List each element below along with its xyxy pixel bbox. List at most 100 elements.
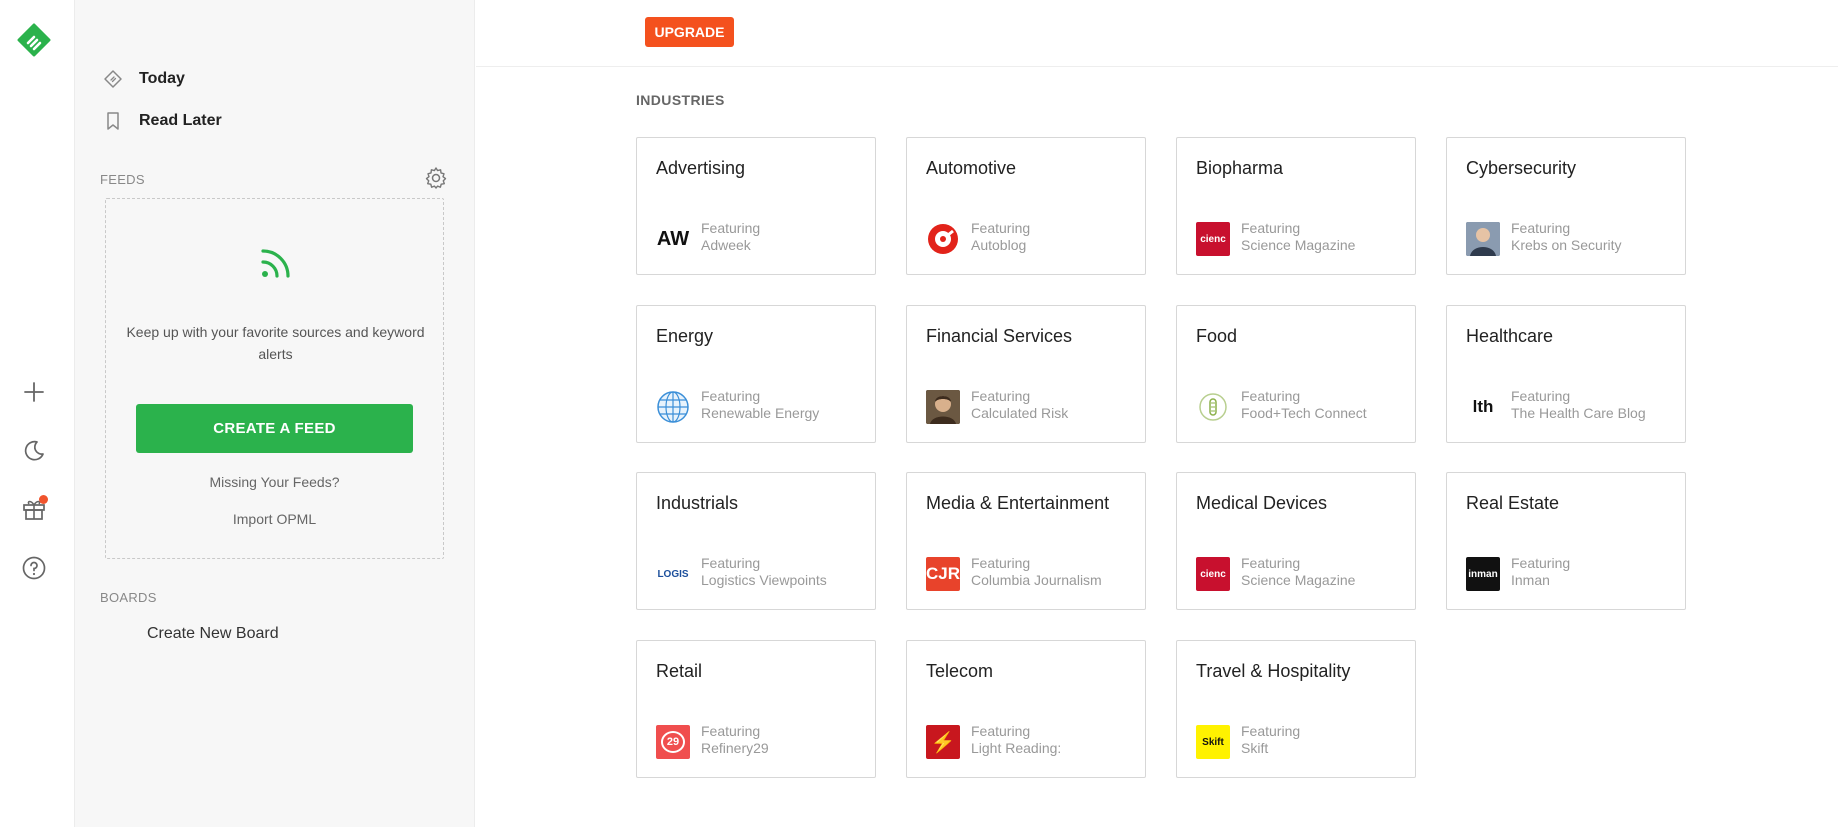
source-logo-icon: Skift <box>1196 725 1230 759</box>
featuring-label: Featuring <box>1241 388 1301 404</box>
source-logo-icon: 29 <box>656 725 690 759</box>
featuring-text: Featuring Adweek <box>701 220 760 254</box>
featured-source-name: Autoblog <box>971 237 1027 253</box>
featuring-text: Featuring Inman <box>1511 555 1570 589</box>
source-logo-icon: lth <box>1466 390 1500 424</box>
industry-card-title: Energy <box>656 326 714 346</box>
featured-source-name: Logistics Viewpoints <box>701 572 827 588</box>
featuring-label: Featuring <box>701 220 761 236</box>
featuring-label: Featuring <box>701 555 761 571</box>
featuring-label: Featuring <box>971 555 1031 571</box>
industry-card[interactable]: Food Featuring Food+Tech Connect <box>1176 305 1416 443</box>
featured-source-name: Science Magazine <box>1241 237 1356 253</box>
featuring-label: Featuring <box>1241 555 1301 571</box>
today-icon <box>103 69 123 89</box>
industry-card[interactable]: Advertising AW Featuring Adweek <box>636 137 876 275</box>
featured-source-name: Renewable Energy <box>701 405 820 421</box>
industry-card[interactable]: Industrials LOGIS Featuring Logistics Viewp… <box>636 472 876 610</box>
industry-card-title: Real Estate <box>1466 493 1560 513</box>
industry-card[interactable]: Biopharma cienc Featuring Science Magazine <box>1176 137 1416 275</box>
source-logo-icon: cienc <box>1196 557 1230 591</box>
featuring-text: Featuring Refinery29 <box>701 723 769 757</box>
gift-icon[interactable] <box>18 493 50 525</box>
featuring-label: Featuring <box>1241 220 1301 236</box>
boards-section-label: BOARDS <box>100 590 157 605</box>
missing-feeds-link[interactable]: Missing Your Feeds? <box>106 474 443 490</box>
industry-card-title: Food <box>1196 326 1238 346</box>
notification-badge <box>39 495 48 504</box>
featuring-text: Featuring Krebs on Security <box>1511 220 1622 254</box>
featuring-label: Featuring <box>971 388 1031 404</box>
source-logo-icon: AW <box>656 222 690 256</box>
source-logo-icon: LOGIS <box>656 557 690 591</box>
featured-source-name: Columbia Journalism <box>971 572 1102 588</box>
source-logo-icon <box>1196 390 1230 424</box>
import-opml-link[interactable]: Import OPML <box>106 511 443 527</box>
featuring-label: Featuring <box>971 723 1031 739</box>
upgrade-button[interactable]: UPGRADE <box>645 17 734 47</box>
featured-source-name: Calculated Risk <box>971 405 1069 421</box>
industry-card[interactable]: Energy Featuring Renewable Energy <box>636 305 876 443</box>
source-logo-icon <box>1466 222 1500 256</box>
feeds-section-label: FEEDS <box>100 172 145 187</box>
gear-icon[interactable] <box>424 166 448 190</box>
help-icon[interactable] <box>18 552 50 584</box>
featuring-text: Featuring Calculated Risk <box>971 388 1068 422</box>
industry-card-title: Travel & Hospitality <box>1196 661 1351 681</box>
featuring-text: Featuring Logistics Viewpoints <box>701 555 827 589</box>
industry-card[interactable]: Cybersecurity Featuring Krebs on Security <box>1446 137 1686 275</box>
featuring-label: Featuring <box>701 388 761 404</box>
featured-source-name: The Health Care Blog <box>1511 405 1646 421</box>
source-logo-icon: ⚡ <box>926 725 960 759</box>
featuring-text: Featuring Renewable Energy <box>701 388 819 422</box>
featuring-label: Featuring <box>1511 220 1571 236</box>
featuring-text: Featuring Light Reading: <box>971 723 1061 757</box>
industry-card[interactable]: Medical Devices cienc Featuring Science Mag… <box>1176 472 1416 610</box>
featuring-text: Featuring Columbia Journalism <box>971 555 1102 589</box>
featuring-text: Featuring Science Magazine <box>1241 555 1355 589</box>
featured-source-name: Inman <box>1511 572 1550 588</box>
create-feed-panel: Keep up with your favorite sources and k… <box>105 198 444 559</box>
industry-card[interactable]: Telecom ⚡ Featuring Light Reading: <box>906 640 1146 778</box>
featuring-label: Featuring <box>1511 388 1571 404</box>
industry-card-title: Retail <box>656 661 703 681</box>
source-logo-icon: inman <box>1466 557 1500 591</box>
nav-item-label: Today <box>139 70 185 87</box>
industry-card-title: Cybersecurity <box>1466 158 1577 178</box>
industry-card[interactable]: Real Estate inman Featuring Inman <box>1446 472 1686 610</box>
moon-icon[interactable] <box>18 435 50 467</box>
featuring-text: Featuring The Health Care Blog <box>1511 388 1646 422</box>
featuring-label: Featuring <box>1511 555 1571 571</box>
industry-card[interactable]: Travel & Hospitality Skift Featuring Skift <box>1176 640 1416 778</box>
featured-source-name: Refinery29 <box>701 740 769 756</box>
add-icon[interactable] <box>18 376 50 408</box>
create-feed-button[interactable]: CREATE A FEED <box>136 404 413 453</box>
create-new-board-link[interactable]: Create New Board <box>147 625 279 643</box>
featured-source-name: Food+Tech Connect <box>1241 405 1367 421</box>
industry-card[interactable]: Media & Entertainment CJR Featuring Columbi… <box>906 472 1146 610</box>
featuring-label: Featuring <box>971 220 1031 236</box>
industry-card[interactable]: Financial Services Featuring Calculated Ri… <box>906 305 1146 443</box>
nav-item-today[interactable]: Today <box>103 64 185 94</box>
featuring-text: Featuring Skift <box>1241 723 1300 757</box>
industry-card[interactable]: Retail 29 Featuring Refinery29 <box>636 640 876 778</box>
nav-item-label: Read Later <box>139 112 222 129</box>
featured-source-name: Krebs on Security <box>1511 237 1622 253</box>
industry-card-title: Telecom <box>926 661 994 681</box>
top-bar: UPGRADE <box>476 0 1838 67</box>
sidebar: Today Read Later FEEDS Keep up with your… <box>75 0 475 827</box>
industry-card-title: Financial Services <box>926 326 1073 346</box>
source-logo-icon <box>926 222 960 256</box>
industry-card-title: Biopharma <box>1196 158 1284 178</box>
industry-card-title: Healthcare <box>1466 326 1554 346</box>
source-logo-icon: cienc <box>1196 222 1230 256</box>
featuring-text: Featuring Autoblog <box>971 220 1030 254</box>
featuring-text: Featuring Science Magazine <box>1241 220 1355 254</box>
nav-item-read-later[interactable]: Read Later <box>103 106 222 136</box>
left-rail <box>0 0 75 827</box>
industry-card[interactable]: Healthcare lth Featuring The Health Care Bl… <box>1446 305 1686 443</box>
feedly-logo-icon[interactable] <box>17 23 51 57</box>
featured-source-name: Science Magazine <box>1241 572 1356 588</box>
industry-card[interactable]: Automotive Featuring Autoblog <box>906 137 1146 275</box>
industries-heading: INDUSTRIES <box>636 92 725 108</box>
